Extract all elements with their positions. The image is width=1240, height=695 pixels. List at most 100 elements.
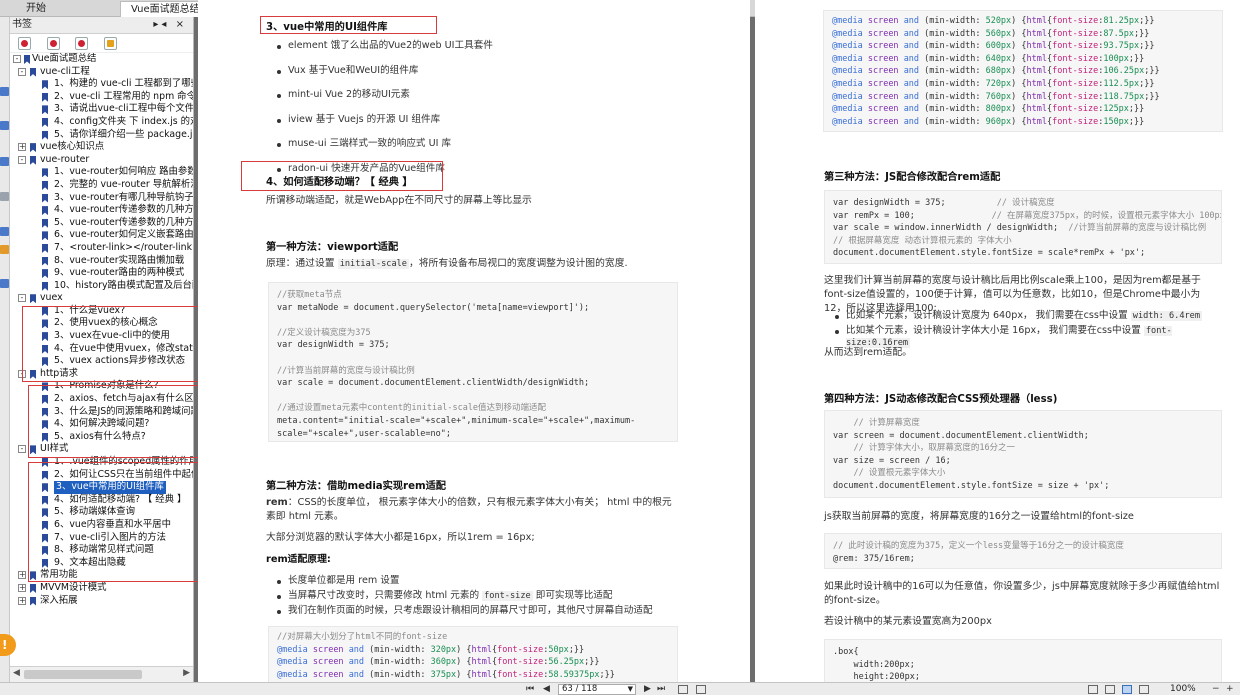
bookmark-group[interactable]: + MVVM设计模式 (10, 582, 193, 595)
bookmark-group[interactable]: - vuex (10, 292, 193, 305)
bookmark-item[interactable]: 2、vue-cli 工程常用的 npm 命令有 (10, 91, 193, 104)
bookmark-item[interactable]: 1、vue-router如何响应 路由参数 的 (10, 166, 193, 179)
code-block: .box{ width:200px; height:200px; (824, 639, 1222, 682)
continuous-page-icon[interactable] (1105, 685, 1115, 694)
bookmark-label: 10、history路由模式配置及后台配置 (54, 279, 193, 291)
layer-icon[interactable] (0, 227, 9, 236)
scroll-right-icon[interactable]: ▶ (183, 668, 190, 678)
first-page-icon[interactable]: ⏮ (526, 683, 534, 695)
lock-icon[interactable] (0, 245, 9, 254)
collapse-icon[interactable]: - (18, 155, 26, 164)
bookmark-item[interactable]: 5、请你详细介绍一些 package.json (10, 129, 193, 142)
fit-width-icon[interactable] (696, 685, 706, 694)
zoom-level[interactable]: 100% (1170, 683, 1196, 695)
collapse-icon[interactable]: - (13, 55, 21, 63)
collapse-bookmark-icon[interactable] (75, 37, 88, 50)
method-title: 第三种方法：JS配合修改配合rem适配 (824, 172, 1001, 183)
ui-library-list: element 饿了么出品的Vue2的web UI工具套件 Vux 基于Vue和… (276, 40, 736, 175)
zoom-out-icon[interactable]: − (1212, 683, 1220, 695)
expand-icon[interactable]: + (18, 583, 26, 592)
page-thumbnail-icon[interactable] (0, 87, 9, 96)
chevron-down-icon[interactable]: ▼ (628, 685, 633, 694)
code-block: // 计算屏幕宽度 var screen = document.document… (824, 410, 1222, 498)
list-item: 比如某个元素，设计稿设计宽度为 640px， 我们需要在css中设置 width… (834, 310, 1234, 322)
bookmark-group[interactable]: - vue-cli工程 (10, 66, 193, 79)
bookmark-item[interactable]: 1、构建的 vue-cli 工程都到了哪些技 (10, 78, 193, 91)
bookmark-panel-header: 书签 ▸◂ × (10, 17, 193, 34)
last-page-icon[interactable]: ⏭ (657, 683, 665, 695)
bookmark-icon (42, 206, 48, 216)
list-item: mint-ui Vue 2的移动UI元素 (276, 89, 736, 101)
bookmark-label: 5、vue-router传递参数的几种方式 (54, 216, 193, 228)
bookmark-label: vue-cli工程 (40, 65, 90, 77)
bookmark-icon (42, 281, 48, 291)
bookmark-item[interactable]: 10、history路由模式配置及后台配置 (10, 280, 193, 293)
bookmark-group[interactable]: + 深入拓展 (10, 595, 193, 608)
bookmark-label: Vue面试题总结 (32, 53, 97, 64)
bookmark-label: vue-router (40, 153, 90, 165)
bookmark-group[interactable]: - Vue面试题总结 (10, 53, 193, 66)
bookmark-item[interactable]: 7、<router-link></router-link>组件 (10, 242, 193, 255)
bookmark-group[interactable]: + vue核心知识点 (10, 141, 193, 154)
paragraph: 从而达到rem适配。 (824, 347, 912, 358)
collapse-icon[interactable]: - (18, 67, 26, 76)
bookmark-icon (42, 130, 48, 140)
expand-icon[interactable]: + (18, 596, 26, 605)
attachment-icon[interactable] (0, 157, 9, 166)
add-bookmark-icon[interactable] (18, 37, 31, 50)
bookmark-group[interactable]: - vue-router (10, 154, 193, 167)
bookmark-item[interactable]: 3、请说出vue-cli工程中每个文件夹 (10, 103, 193, 116)
scroll-left-icon[interactable]: ◀ (13, 668, 20, 678)
two-page-continuous-icon[interactable] (1139, 685, 1149, 694)
page-number-input[interactable]: 63 / 118 ▼ (558, 684, 636, 695)
bookmark-item[interactable]: 5、vue-router传递参数的几种方式 (10, 217, 193, 230)
document-page-right: @media screen and (min-width: 520px) {ht… (755, 0, 1240, 682)
bookmark-icon (42, 193, 48, 203)
tab-start[interactable]: 开始 (0, 1, 118, 17)
annotation-icon[interactable] (0, 121, 9, 130)
prev-page-icon[interactable]: ◀ (543, 683, 550, 695)
bookmark-icon (42, 80, 48, 90)
bookmark-item[interactable]: 9、vue-router路由的两种模式 (10, 267, 193, 280)
expand-bookmark-icon[interactable] (46, 37, 60, 50)
code-block: //对屏幕大小划分了html不同的font-size @media screen… (268, 626, 678, 682)
signature-icon[interactable] (0, 279, 9, 288)
page-number-text: 63 / 118 (562, 684, 598, 694)
bookmark-options-icon[interactable] (103, 37, 117, 50)
single-page-icon[interactable] (1088, 685, 1098, 694)
bookmark-icon (42, 256, 48, 266)
bookmark-item[interactable]: 3、vue-router有哪几种导航钩子（ (10, 192, 193, 205)
panel-controls[interactable]: ▸◂ × (153, 17, 187, 33)
text: ，将所有设备布局视口的宽度调整为设计图的宽度. (408, 258, 628, 269)
bookmark-label: 6、vue-router如何定义嵌套路由？ (54, 229, 193, 241)
two-page-icon[interactable] (1122, 685, 1132, 694)
scrollbar-thumb[interactable] (24, 670, 142, 679)
paragraph: 若设计稿中的某元素设置宽高为200px (824, 616, 992, 627)
annotation-box-vuex (22, 306, 200, 382)
subheading: rem适配原理: (266, 554, 331, 565)
zoom-in-icon[interactable]: + (1226, 683, 1234, 695)
link-icon[interactable] (0, 192, 9, 201)
collapse-icon[interactable]: - (18, 294, 26, 303)
bookmark-icon (42, 105, 48, 115)
next-page-icon[interactable]: ▶ (644, 683, 651, 695)
bookmark-item[interactable]: 6、vue-router如何定义嵌套路由？ (10, 229, 193, 242)
fit-page-icon[interactable] (678, 685, 688, 694)
expand-icon[interactable]: + (18, 143, 26, 152)
list-item: iview 基于 Vuejs 的开源 UI 组件库 (276, 114, 736, 126)
paragraph: 大部分浏览器的默认字体大小都是16px，所以1rem = 16px; (266, 532, 535, 543)
bookmark-icon (24, 55, 30, 64)
bookmark-label: 4、vue-router传递参数的几种方式 (54, 204, 193, 216)
inline-code: initial-scale (337, 259, 409, 269)
collapse-icon[interactable]: - (18, 445, 26, 454)
horizontal-scrollbar[interactable]: ◀ ▶ (10, 666, 193, 682)
bookmark-item[interactable]: 4、vue-router传递参数的几种方式 (10, 204, 193, 217)
list-item: element 饿了么出品的Vue2的web UI工具套件 (276, 40, 736, 52)
bookmark-item[interactable]: 4、config文件夹 下 index.js 的对于 (10, 116, 193, 129)
list-item: 长度单位都是用 rem 设置 (276, 575, 736, 587)
bookmark-panel-title: 书签 (12, 19, 32, 30)
expand-icon[interactable]: + (18, 571, 26, 580)
bookmark-icon (30, 294, 36, 304)
bookmark-item[interactable]: 8、vue-router实现路由懒加载 (10, 255, 193, 268)
bookmark-item[interactable]: 2、完整的 vue-router 导航解析流程 (10, 179, 193, 192)
